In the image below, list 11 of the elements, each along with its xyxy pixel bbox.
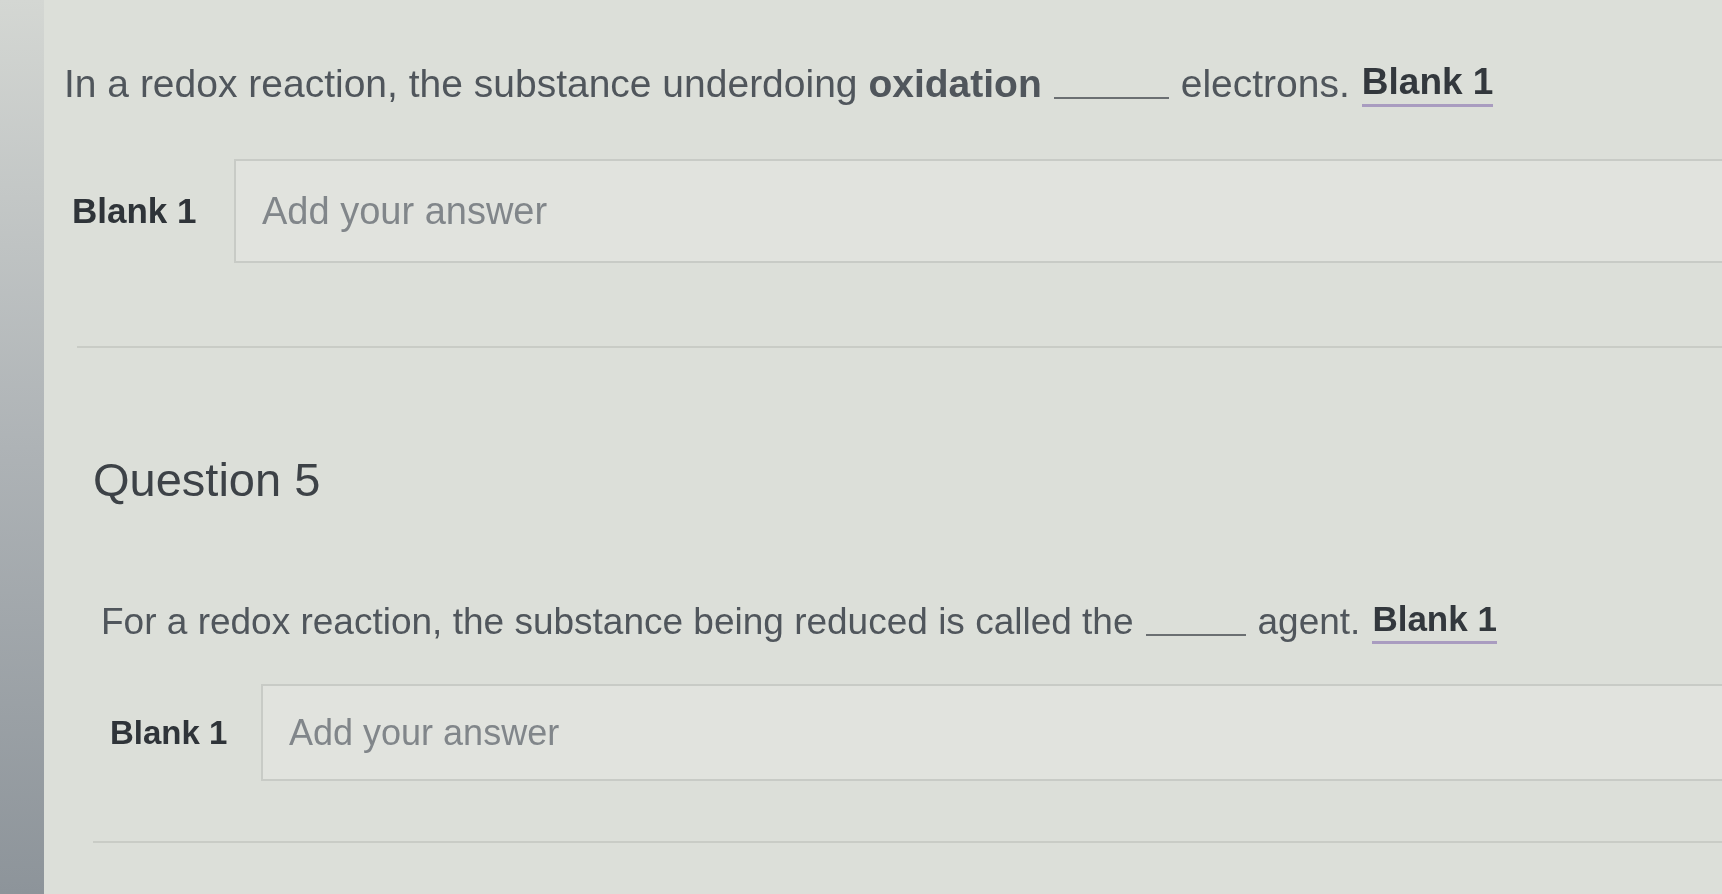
question-text: In a redox reaction, the substance underdoing oxidation	[64, 61, 1042, 107]
question-heading: Question 5	[93, 452, 321, 508]
blank-label: Blank 1	[72, 189, 198, 232]
answer-field[interactable]: Add your answer	[261, 684, 1722, 781]
question-text: electrons.	[1180, 61, 1350, 107]
question-text: For a redox reaction, the substance being reduced is called the	[101, 600, 1134, 644]
blank-link[interactable]: Blank 1	[1361, 62, 1494, 107]
answer-field[interactable]: Add your answer	[234, 159, 1722, 263]
blank-label: Blank 1	[110, 712, 229, 753]
blank-link[interactable]: Blank 1	[1372, 599, 1497, 644]
question-text: agent.	[1257, 600, 1361, 644]
